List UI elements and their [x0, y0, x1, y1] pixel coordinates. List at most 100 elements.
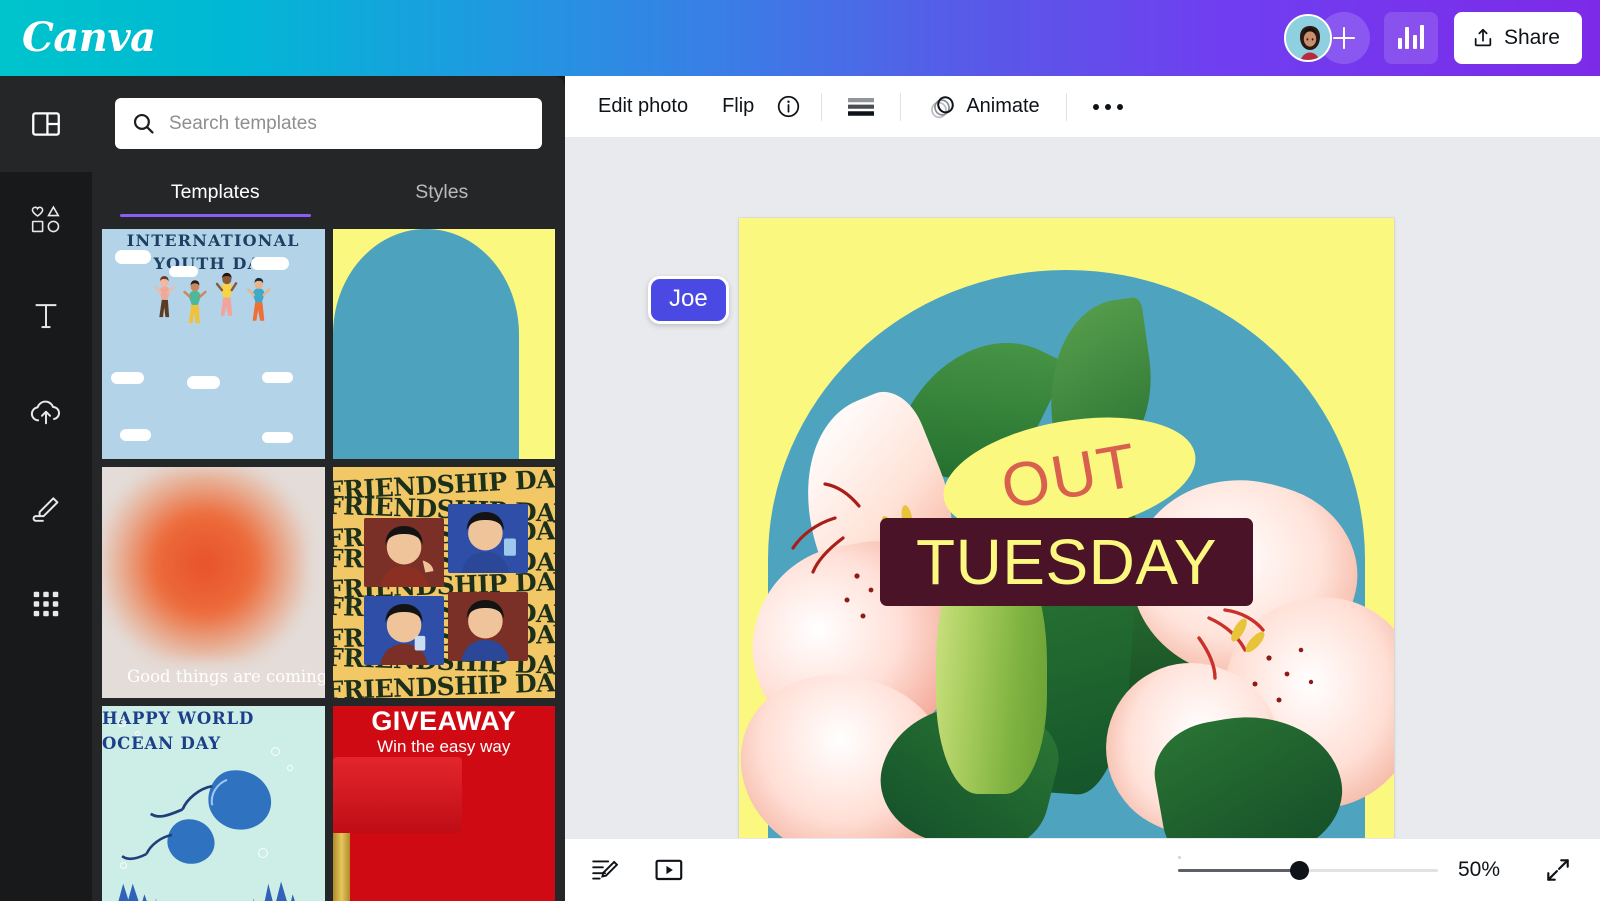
animate-button[interactable]: Animate	[915, 85, 1051, 129]
notes-button[interactable]	[583, 850, 627, 890]
portrait-art	[379, 525, 433, 588]
good-line: Good things are coming	[127, 693, 325, 698]
collaborator-cursor: Joe	[648, 276, 729, 325]
cloud	[262, 371, 294, 384]
zoom-slider-thumb[interactable]	[1289, 860, 1309, 880]
template-card-ocean-day[interactable]: HAPPY WORLD OCEAN DAY	[102, 705, 325, 901]
sidebar-item-text[interactable]	[0, 268, 92, 364]
arch-shape	[332, 229, 520, 460]
template-grid: INTERNATIONAL YOUTH DAY OUT	[92, 217, 565, 901]
share-button[interactable]: Share	[1453, 12, 1582, 64]
cloud	[186, 376, 220, 390]
transparency-icon	[848, 97, 875, 116]
gift-box	[332, 756, 462, 833]
dot	[1104, 103, 1111, 110]
youth-line-1: INTERNATIONAL	[126, 231, 300, 250]
animate-label: Animate	[966, 95, 1040, 117]
giveaway-subtitle: Win the easy way	[377, 736, 511, 756]
cloud	[119, 429, 151, 441]
search-area	[92, 76, 565, 149]
sidebar-item-design[interactable]	[0, 76, 92, 172]
out-text: OUT	[996, 430, 1144, 523]
present-play-icon	[655, 859, 683, 881]
tab-templates[interactable]: Templates	[102, 169, 329, 217]
good-things-lines: Good things are coming Good things are c…	[102, 661, 325, 698]
toolbar-divider	[1065, 92, 1067, 121]
ocean-card-bg: HAPPY WORLD OCEAN DAY	[102, 705, 325, 901]
jumping-people-illustration	[154, 273, 271, 324]
notes-pencil-icon	[592, 860, 619, 880]
zoom-slider-tick	[1178, 856, 1181, 859]
out-card-bg: OUT TUESDAY	[332, 229, 555, 460]
bottom-left-actions	[583, 850, 691, 890]
upload-icon	[1474, 28, 1492, 47]
collaborator-name-label: Joe	[648, 276, 729, 325]
zoom-level-value: 50%	[1458, 858, 1501, 881]
sidebar-item-elements[interactable]	[0, 172, 92, 268]
portrait-art	[461, 599, 510, 661]
zoom-slider-fill	[1178, 868, 1303, 872]
text-icon	[35, 304, 57, 329]
header-actions: Share	[1283, 12, 1582, 64]
present-button[interactable]	[647, 850, 691, 890]
editor-area: Edit photo Flip Animate OUT TUESDAY Joe …	[565, 76, 1600, 901]
top-header-bar: Canva Share	[0, 0, 1600, 76]
dot	[1116, 103, 1123, 110]
portrait-art	[461, 512, 517, 574]
template-card-friendship-day[interactable]: FRIENDSHIP DAY FRIENDSHIP DAY FRIENDSHIP…	[332, 467, 555, 698]
sidebar-item-apps[interactable]	[0, 556, 92, 652]
tab-styles[interactable]: Styles	[329, 169, 556, 217]
info-icon	[778, 95, 800, 118]
pen-icon	[32, 497, 59, 522]
tuesday-text-banner[interactable]: TUESDAY	[879, 517, 1254, 607]
youth-card-bg: INTERNATIONAL YOUTH DAY	[102, 229, 325, 460]
sidebar-item-uploads[interactable]	[0, 364, 92, 460]
zoom-slider[interactable]	[1178, 856, 1438, 880]
info-button[interactable]	[770, 86, 807, 127]
friend-portrait	[448, 504, 529, 574]
good-card-bg: Good things are coming Good things are c…	[102, 467, 325, 698]
edit-photo-button[interactable]: Edit photo	[586, 87, 700, 126]
bottom-bar: 50%	[565, 838, 1600, 901]
template-card-good-things[interactable]: Good things are coming Good things are c…	[102, 467, 325, 698]
stingray-illustration	[118, 769, 295, 901]
friend-portrait	[448, 591, 529, 661]
insights-bar-chart-icon[interactable]	[1383, 12, 1438, 64]
orange-gradient-blob	[102, 467, 307, 661]
friendship-card-bg: FRIENDSHIP DAY FRIENDSHIP DAY FRIENDSHIP…	[332, 467, 555, 698]
avatar-portrait	[1285, 16, 1330, 60]
canvas-area[interactable]: OUT TUESDAY Joe	[565, 138, 1600, 873]
flip-button[interactable]: Flip	[710, 87, 766, 126]
avatar[interactable]	[1283, 14, 1332, 62]
gift-ribbon-vertical	[332, 832, 351, 901]
template-card-giveaway[interactable]: GIVEAWAY Win the easy way	[332, 705, 555, 901]
cloud-upload-icon	[30, 400, 60, 425]
transparency-button[interactable]	[836, 86, 886, 128]
dot	[1092, 103, 1099, 110]
design-page[interactable]: OUT TUESDAY	[739, 218, 1394, 873]
tuesday-text: TUESDAY	[915, 526, 1217, 599]
more-options-button[interactable]	[1081, 94, 1135, 120]
search-input[interactable]	[169, 112, 526, 135]
chart-bar-3	[1412, 35, 1417, 49]
panel-tabs: Templates Styles	[92, 169, 565, 217]
bottom-right-actions: 50%	[1178, 850, 1580, 890]
toolbar-divider	[821, 92, 823, 121]
sidebar-item-draw[interactable]	[0, 460, 92, 556]
template-card-out-tuesday[interactable]: OUT TUESDAY	[332, 229, 555, 460]
object-toolbar: Edit photo Flip Animate	[565, 76, 1600, 138]
giveaway-card-bg: GIVEAWAY Win the easy way	[332, 705, 555, 901]
search-box[interactable]	[115, 98, 542, 149]
giveaway-title: GIVEAWAY	[371, 705, 517, 736]
chart-bar-1	[1397, 38, 1402, 49]
canva-editor: Canva Share Search templates Templates S…	[0, 0, 1600, 901]
left-sidebar-rail	[0, 76, 92, 901]
canva-logo[interactable]: Canva	[22, 18, 156, 58]
toolbar-divider	[900, 92, 902, 121]
template-card-youth-day[interactable]: INTERNATIONAL YOUTH DAY	[102, 229, 325, 460]
friend-portrait	[363, 596, 444, 666]
chart-bar-4	[1420, 25, 1425, 49]
cloud	[262, 431, 294, 444]
expand-arrows-icon	[1547, 859, 1569, 881]
fullscreen-button[interactable]	[1536, 850, 1580, 890]
